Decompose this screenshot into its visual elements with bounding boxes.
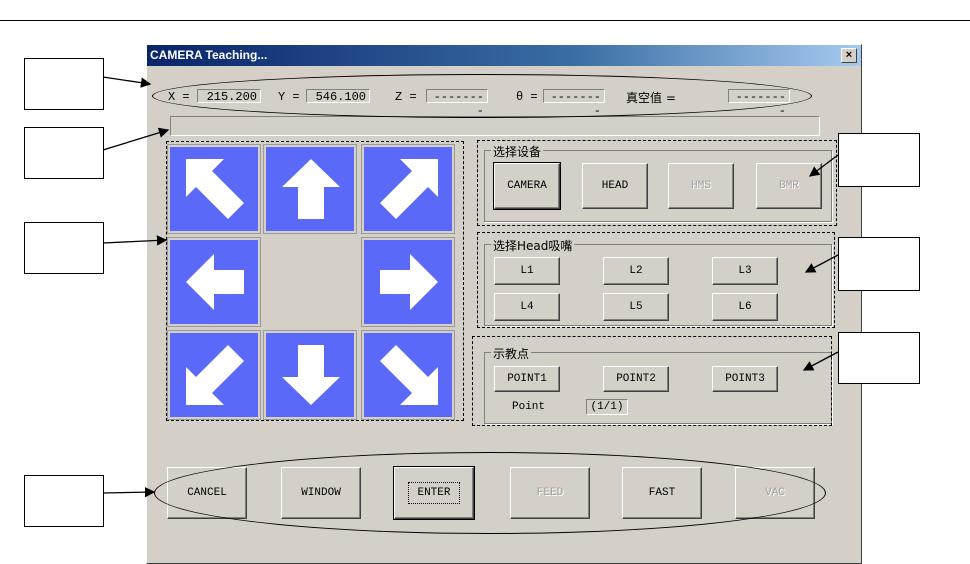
teach-point-group-outline: [472, 336, 832, 426]
callout-box-6: [838, 237, 920, 291]
bottom-buttons-oval: [154, 452, 826, 534]
status-bar: [170, 116, 820, 136]
callout-box-4: [24, 475, 104, 527]
device-group-outline: [477, 140, 837, 226]
top-rule: [0, 20, 970, 21]
jog-pad-outline: [166, 141, 464, 421]
callout-box-3: [24, 222, 104, 274]
window-title: CAMERA Teaching...: [150, 48, 268, 62]
callout-box-5: [838, 133, 920, 187]
title-bar[interactable]: CAMERA Teaching... ×: [147, 45, 861, 66]
head-group-outline: [477, 232, 835, 328]
callout-box-7: [838, 332, 920, 384]
close-button[interactable]: ×: [841, 48, 857, 63]
callout-box-2: [24, 127, 104, 179]
callout-box-1: [24, 58, 104, 110]
coords-oval: [152, 74, 812, 118]
